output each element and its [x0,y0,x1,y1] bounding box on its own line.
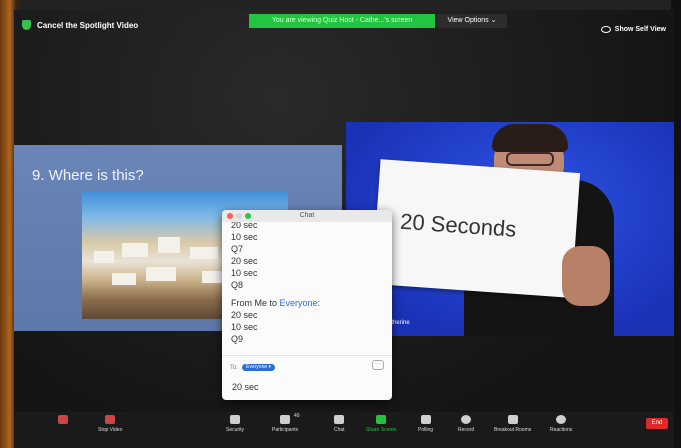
chat-sender-line: From Me to Everyone: [231,297,383,309]
reactions-icon [556,415,567,424]
share-screen-label: Share Screen [366,427,397,433]
reactions-label: Reactions [550,427,573,433]
polling-label: Polling [418,427,434,433]
breakout-rooms-label: Breakout Rooms [494,427,532,433]
mute-button[interactable] [58,415,68,427]
breakout-rooms-icon [507,415,518,424]
recipient-dropdown[interactable]: Everyone ▾ [242,364,276,371]
eye-icon [600,26,611,33]
show-self-view-label: Show Self View [614,26,666,33]
sender-prefix: From Me to [231,298,280,308]
chat-messages: 20 sec 10 sec Q7 20 sec 10 sec Q8 From M… [222,219,392,345]
participants-icon [280,415,291,424]
maximize-icon[interactable] [245,213,251,219]
participants-label: Participants [272,427,299,433]
show-self-view-button[interactable]: Show Self View [600,26,666,33]
cancel-spotlight-label: Cancel the Spotlight Video [37,20,139,30]
sign-text: 20 Seconds [399,208,518,242]
record-label: Record [458,427,475,433]
share-screen-icon [376,415,387,424]
zoom-screen: Cancel the Spotlight Video You are viewi… [14,10,674,448]
chat-label: Chat [334,427,345,433]
stop-video-button[interactable]: Stop Video [98,415,122,433]
hand [562,246,610,306]
sender-suffix: : [317,298,321,308]
share-screen-button[interactable]: Share Screen [366,415,397,433]
mute-icon [58,415,68,424]
participant-video: 20 Seconds - Catherine [346,122,674,336]
breakout-rooms-button[interactable]: Breakout Rooms [494,415,531,433]
to-label: To: [230,364,239,371]
cancel-spotlight-control[interactable]: Cancel the Spotlight Video [22,20,138,30]
viewing-screen-banner: You are viewing Quiz Host - Cathe...'s s… [249,14,435,28]
slide-title: 9. Where is this? [32,167,144,184]
chat-message: Q9 [231,334,244,344]
security-label: Security [226,427,245,433]
chat-titlebar[interactable]: Chat [222,210,392,222]
chat-message: 10 sec [231,232,258,242]
sign-paper: 20 Seconds [371,159,581,298]
glasses [506,152,554,166]
chat-compose-area: To: Everyone ▾ ··· 20 sec [222,355,392,400]
meeting-toolbar: Stop Video Security Participants 49 Chat… [14,412,674,448]
shield-icon [22,20,31,30]
reactions-button[interactable]: Reactions [550,415,572,433]
security-button[interactable]: Security [226,415,244,433]
close-icon[interactable] [227,213,233,219]
recipient-link[interactable]: Everyone [280,298,318,308]
person-hair [492,124,568,152]
polling-icon [420,415,431,424]
chat-message: 10 sec [231,268,258,278]
chat-window[interactable]: Chat 20 sec 10 sec Q7 20 sec 10 sec Q8 F… [222,210,392,400]
recipient-row: To: Everyone ▾ [230,364,276,371]
chat-message: Q8 [231,280,244,290]
chat-input[interactable]: 20 sec [232,382,259,392]
chat-window-title: Chat [299,212,315,219]
more-options-button[interactable]: ··· [372,360,384,370]
participant-count: 49 [294,413,300,419]
polling-button[interactable]: Polling [418,415,433,433]
chat-message: Q7 [231,244,244,254]
view-options-button[interactable]: View Options ⌄ [437,14,507,28]
shield-icon [230,415,241,424]
end-meeting-button[interactable]: End [646,418,668,429]
video-off-icon [105,415,116,424]
chat-message: 10 sec [231,322,258,332]
chat-icon [334,415,345,424]
minimize-icon[interactable] [236,213,242,219]
chat-button[interactable]: Chat [334,415,345,433]
stop-video-label: Stop Video [98,427,123,433]
chat-message: 20 sec [231,256,258,266]
chat-message: 20 sec [231,310,258,320]
record-icon [461,415,472,424]
record-button[interactable]: Record [458,415,474,433]
